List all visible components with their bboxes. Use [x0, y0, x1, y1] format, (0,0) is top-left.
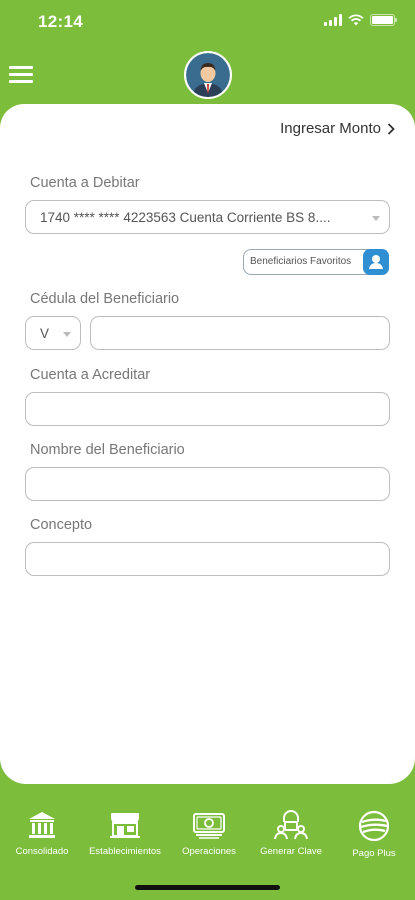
tab-pago-plus-label: Pago Plus [352, 848, 396, 859]
chevron-down-icon [63, 332, 71, 337]
cuenta-debitar-select[interactable]: 1740 **** **** 4223563 Cuenta Corriente … [25, 200, 390, 234]
chevron-right-icon [387, 122, 395, 135]
cuenta-debitar-value: 1740 **** **** 4223563 Cuenta Corriente … [40, 210, 331, 225]
concepto-label: Concepto [30, 517, 93, 533]
bottom-tab-bar: Consolidado Establecimientos Operaciones [0, 800, 415, 870]
ingresar-monto-link[interactable]: Ingresar Monto [280, 120, 395, 137]
chevron-down-icon [372, 216, 380, 221]
nombre-input[interactable] [25, 467, 390, 501]
status-icons [324, 14, 397, 26]
person-icon [363, 249, 389, 275]
pago-plus-icon [358, 810, 390, 842]
user-avatar-icon [186, 53, 230, 97]
cedula-prefix-select[interactable]: V [25, 316, 81, 350]
beneficiarios-favoritos-button[interactable]: Beneficiarios Favoritos [243, 249, 389, 275]
tab-establecimientos[interactable]: Establecimientos [86, 810, 164, 857]
tab-operaciones[interactable]: Operaciones [176, 810, 242, 857]
tab-establecimientos-label: Establecimientos [89, 846, 161, 857]
cedula-prefix-value: V [40, 326, 50, 341]
signal-icon [324, 14, 342, 26]
cuenta-acreditar-label: Cuenta a Acreditar [30, 367, 151, 383]
status-time: 12:14 [38, 12, 83, 31]
home-indicator[interactable] [135, 885, 280, 890]
tab-consolidado[interactable]: Consolidado [10, 810, 74, 857]
bank-icon [29, 812, 55, 838]
cedula-input[interactable] [90, 316, 390, 350]
ingresar-monto-label: Ingresar Monto [280, 120, 381, 137]
cuenta-debitar-label: Cuenta a Debitar [30, 175, 140, 191]
concepto-input[interactable] [25, 542, 390, 576]
cedula-label: Cédula del Beneficiario [30, 291, 180, 307]
tab-generar-clave-label: Generar Clave [260, 846, 322, 857]
hamburger-icon[interactable] [9, 66, 33, 84]
battery-icon [370, 14, 397, 26]
tab-generar-clave[interactable]: Generar Clave [257, 810, 325, 857]
tab-consolidado-label: Consolidado [15, 846, 69, 857]
nombre-label: Nombre del Beneficiario [30, 442, 185, 458]
wifi-icon [348, 14, 364, 26]
money-icon [193, 813, 225, 839]
store-icon [110, 813, 140, 838]
status-bar: 12:14 [0, 0, 415, 44]
tab-pago-plus[interactable]: Pago Plus [344, 810, 404, 859]
lock-users-icon [274, 810, 308, 840]
beneficiarios-favoritos-label: Beneficiarios Favoritos [250, 256, 352, 267]
cuenta-acreditar-input[interactable] [25, 392, 390, 426]
tab-operaciones-label: Operaciones [182, 846, 236, 857]
avatar[interactable] [184, 51, 232, 99]
transfer-form-card: Ingresar Monto Cuenta a Debitar 1740 ***… [0, 104, 415, 784]
